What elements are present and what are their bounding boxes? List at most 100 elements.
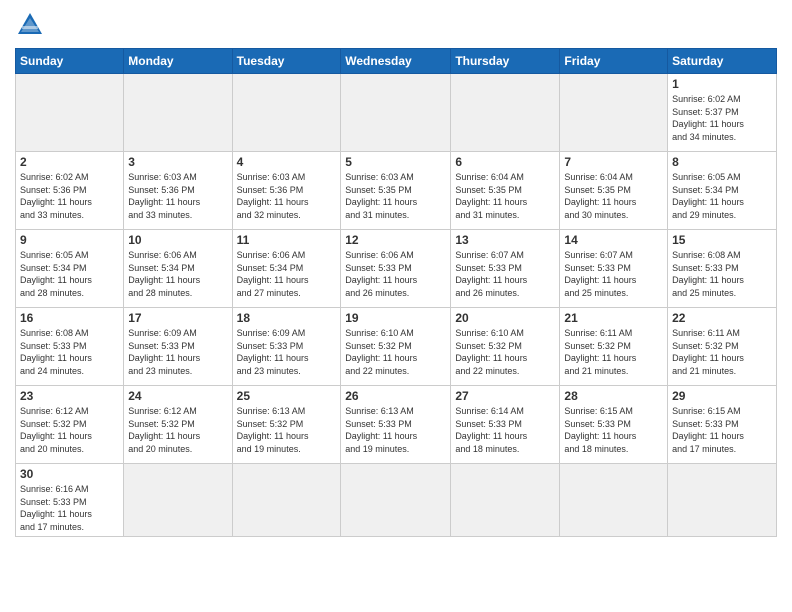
calendar-day: 6 Sunrise: 6:04 AM Sunset: 5:35 PM Daylig… <box>451 152 560 230</box>
day-number: 19 <box>345 311 446 325</box>
day-number: 7 <box>564 155 663 169</box>
calendar-day: 28 Sunrise: 6:15 AM Sunset: 5:33 PM Dayli… <box>560 386 668 464</box>
calendar-day: 14 Sunrise: 6:07 AM Sunset: 5:33 PM Dayli… <box>560 230 668 308</box>
day-info: Sunrise: 6:05 AM Sunset: 5:34 PM Dayligh… <box>20 249 119 299</box>
calendar-day <box>232 74 341 152</box>
weekday-header-tuesday: Tuesday <box>232 49 341 74</box>
day-number: 14 <box>564 233 663 247</box>
day-number: 18 <box>237 311 337 325</box>
calendar-day <box>341 464 451 537</box>
day-info: Sunrise: 6:14 AM Sunset: 5:33 PM Dayligh… <box>455 405 555 455</box>
day-number: 6 <box>455 155 555 169</box>
calendar-day <box>451 464 560 537</box>
logo <box>15 10 49 40</box>
day-number: 12 <box>345 233 446 247</box>
calendar-day: 30 Sunrise: 6:16 AM Sunset: 5:33 PM Dayli… <box>16 464 124 537</box>
day-info: Sunrise: 6:12 AM Sunset: 5:32 PM Dayligh… <box>20 405 119 455</box>
calendar-day <box>668 464 777 537</box>
day-info: Sunrise: 6:05 AM Sunset: 5:34 PM Dayligh… <box>672 171 772 221</box>
calendar-day: 26Sunrise: 6:13 AM Sunset: 5:33 PM Dayli… <box>341 386 451 464</box>
day-info: Sunrise: 6:10 AM Sunset: 5:32 PM Dayligh… <box>455 327 555 377</box>
calendar-day <box>560 464 668 537</box>
day-info: Sunrise: 6:03 AM Sunset: 5:36 PM Dayligh… <box>128 171 227 221</box>
day-info: Sunrise: 6:15 AM Sunset: 5:33 PM Dayligh… <box>672 405 772 455</box>
calendar-day: 3 Sunrise: 6:03 AM Sunset: 5:36 PM Daylig… <box>124 152 232 230</box>
calendar-day <box>560 74 668 152</box>
day-info: Sunrise: 6:11 AM Sunset: 5:32 PM Dayligh… <box>672 327 772 377</box>
calendar-table: SundayMondayTuesdayWednesdayThursdayFrid… <box>15 48 777 537</box>
calendar-day: 13 Sunrise: 6:07 AM Sunset: 5:33 PM Dayli… <box>451 230 560 308</box>
weekday-header-thursday: Thursday <box>451 49 560 74</box>
day-info: Sunrise: 6:12 AM Sunset: 5:32 PM Dayligh… <box>128 405 227 455</box>
day-info: Sunrise: 6:02 AM Sunset: 5:37 PM Dayligh… <box>672 93 772 143</box>
calendar-day: 7 Sunrise: 6:04 AM Sunset: 5:35 PM Daylig… <box>560 152 668 230</box>
calendar-day: 4 Sunrise: 6:03 AM Sunset: 5:36 PM Daylig… <box>232 152 341 230</box>
day-info: Sunrise: 6:13 AM Sunset: 5:32 PM Dayligh… <box>237 405 337 455</box>
day-number: 24 <box>128 389 227 403</box>
day-number: 11 <box>237 233 337 247</box>
day-info: Sunrise: 6:04 AM Sunset: 5:35 PM Dayligh… <box>564 171 663 221</box>
calendar-day: 19 Sunrise: 6:10 AM Sunset: 5:32 PM Dayli… <box>341 308 451 386</box>
calendar-day <box>124 74 232 152</box>
calendar-day: 9 Sunrise: 6:05 AM Sunset: 5:34 PM Daylig… <box>16 230 124 308</box>
day-number: 27 <box>455 389 555 403</box>
day-number: 26 <box>345 389 446 403</box>
day-info: Sunrise: 6:11 AM Sunset: 5:32 PM Dayligh… <box>564 327 663 377</box>
weekday-header-saturday: Saturday <box>668 49 777 74</box>
day-number: 4 <box>237 155 337 169</box>
day-info: Sunrise: 6:06 AM Sunset: 5:33 PM Dayligh… <box>345 249 446 299</box>
day-number: 22 <box>672 311 772 325</box>
weekday-header-sunday: Sunday <box>16 49 124 74</box>
day-info: Sunrise: 6:15 AM Sunset: 5:33 PM Dayligh… <box>564 405 663 455</box>
page-header <box>15 10 777 40</box>
calendar-day: 2 Sunrise: 6:02 AM Sunset: 5:36 PM Daylig… <box>16 152 124 230</box>
calendar-day: 1Sunrise: 6:02 AM Sunset: 5:37 PM Daylig… <box>668 74 777 152</box>
calendar-day: 5Sunrise: 6:03 AM Sunset: 5:35 PM Daylig… <box>341 152 451 230</box>
weekday-header-friday: Friday <box>560 49 668 74</box>
day-number: 28 <box>564 389 663 403</box>
day-info: Sunrise: 6:02 AM Sunset: 5:36 PM Dayligh… <box>20 171 119 221</box>
day-number: 2 <box>20 155 119 169</box>
calendar-day: 12 Sunrise: 6:06 AM Sunset: 5:33 PM Dayli… <box>341 230 451 308</box>
calendar-day: 21 Sunrise: 6:11 AM Sunset: 5:32 PM Dayli… <box>560 308 668 386</box>
day-number: 13 <box>455 233 555 247</box>
weekday-header-monday: Monday <box>124 49 232 74</box>
day-info: Sunrise: 6:10 AM Sunset: 5:32 PM Dayligh… <box>345 327 446 377</box>
calendar-day: 8Sunrise: 6:05 AM Sunset: 5:34 PM Daylig… <box>668 152 777 230</box>
calendar-day <box>124 464 232 537</box>
calendar-day: 25 Sunrise: 6:13 AM Sunset: 5:32 PM Dayli… <box>232 386 341 464</box>
day-info: Sunrise: 6:07 AM Sunset: 5:33 PM Dayligh… <box>455 249 555 299</box>
day-info: Sunrise: 6:09 AM Sunset: 5:33 PM Dayligh… <box>128 327 227 377</box>
day-number: 29 <box>672 389 772 403</box>
day-info: Sunrise: 6:08 AM Sunset: 5:33 PM Dayligh… <box>20 327 119 377</box>
day-number: 21 <box>564 311 663 325</box>
day-info: Sunrise: 6:16 AM Sunset: 5:33 PM Dayligh… <box>20 483 119 533</box>
day-info: Sunrise: 6:03 AM Sunset: 5:36 PM Dayligh… <box>237 171 337 221</box>
day-number: 17 <box>128 311 227 325</box>
calendar-day: 11 Sunrise: 6:06 AM Sunset: 5:34 PM Dayli… <box>232 230 341 308</box>
day-info: Sunrise: 6:04 AM Sunset: 5:35 PM Dayligh… <box>455 171 555 221</box>
day-info: Sunrise: 6:09 AM Sunset: 5:33 PM Dayligh… <box>237 327 337 377</box>
calendar-day <box>232 464 341 537</box>
day-info: Sunrise: 6:06 AM Sunset: 5:34 PM Dayligh… <box>237 249 337 299</box>
day-number: 10 <box>128 233 227 247</box>
logo-icon <box>15 10 45 40</box>
calendar-day: 15Sunrise: 6:08 AM Sunset: 5:33 PM Dayli… <box>668 230 777 308</box>
day-info: Sunrise: 6:06 AM Sunset: 5:34 PM Dayligh… <box>128 249 227 299</box>
day-info: Sunrise: 6:03 AM Sunset: 5:35 PM Dayligh… <box>345 171 446 221</box>
day-number: 30 <box>20 467 119 481</box>
day-number: 9 <box>20 233 119 247</box>
calendar-day <box>451 74 560 152</box>
calendar-day: 10 Sunrise: 6:06 AM Sunset: 5:34 PM Dayli… <box>124 230 232 308</box>
day-number: 3 <box>128 155 227 169</box>
calendar-day: 23Sunrise: 6:12 AM Sunset: 5:32 PM Dayli… <box>16 386 124 464</box>
day-number: 16 <box>20 311 119 325</box>
calendar-day: 22 Sunrise: 6:11 AM Sunset: 5:32 PM Dayli… <box>668 308 777 386</box>
day-info: Sunrise: 6:07 AM Sunset: 5:33 PM Dayligh… <box>564 249 663 299</box>
calendar-day: 20Sunrise: 6:10 AM Sunset: 5:32 PM Dayli… <box>451 308 560 386</box>
day-info: Sunrise: 6:08 AM Sunset: 5:33 PM Dayligh… <box>672 249 772 299</box>
weekday-header-wednesday: Wednesday <box>341 49 451 74</box>
calendar-day: 17 Sunrise: 6:09 AM Sunset: 5:33 PM Dayli… <box>124 308 232 386</box>
day-number: 25 <box>237 389 337 403</box>
calendar-day <box>16 74 124 152</box>
